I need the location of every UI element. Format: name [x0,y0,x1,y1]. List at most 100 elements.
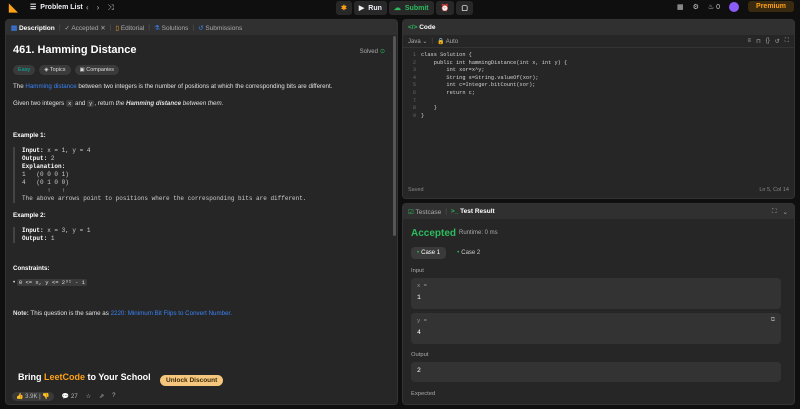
input-label: Input [411,268,424,274]
code-editor[interactable]: 1 class Solution { 2 public int hammingDi… [403,52,794,120]
collapse-icon[interactable]: ⌄ [783,208,788,216]
constraint-item: • 0 <= x, y <= 2³¹ - 1 [13,279,87,286]
tab-description[interactable]: ▤ Description [11,24,55,32]
tab-testcase[interactable]: ☑ Testcase [408,208,441,216]
tab-editorial[interactable]: ▯ Editorial [115,24,144,32]
fullscreen-icon[interactable]: ⛶ [785,38,789,45]
code-line: return c; [421,89,476,96]
code-line: int xor=x^y; [421,67,485,74]
braces-icon[interactable]: {} [766,38,770,45]
tab-solutions[interactable]: ⚗ Solutions [154,24,188,32]
alarm-icon: ⏰ [440,5,450,12]
verdict-text: Accepted [411,228,457,239]
grid-icon[interactable]: ▦ [677,3,684,11]
comment-icon: 💬 [61,393,70,400]
description-paragraph-2: Given two integers x and y, return the H… [13,100,224,107]
star-icon[interactable]: ☆ [86,393,91,400]
example-2-title: Example 2: [13,212,46,219]
terminal-icon: >_ [450,208,459,215]
comments-button[interactable]: 💬 27 [62,393,78,400]
topics-chip[interactable]: ◈ Topics [39,65,71,75]
lock-icon: 🔒 [436,38,445,45]
history-icon: ↺ [198,24,204,32]
close-icon[interactable]: ✕ [100,25,105,32]
timer-button[interactable]: ⏰ [435,1,455,15]
leetcode-logo-icon[interactable]: ◣ [9,2,19,14]
copy-icon[interactable]: ⧉ [771,317,775,324]
tab-submissions[interactable]: ↺ Submissions [198,24,242,32]
language-select[interactable]: Java ⌄ [408,38,427,45]
page-title: 461. Hamming Distance [13,44,137,56]
tab-accepted[interactable]: ✓ Accepted ✕ [64,24,105,32]
play-icon: ▶ [358,5,365,12]
related-problem-link[interactable]: 2220: Minimum Bit Flips to Convert Numbe… [111,310,232,317]
auto-mode-toggle[interactable]: 🔒 Auto [437,38,458,45]
example-1-title: Example 1: [13,132,46,139]
status-badge: Solved ⊙ [359,49,385,55]
like-button[interactable]: 👍 3.9K | 👎 [12,391,54,401]
case-2-tab[interactable]: • Case 2 [451,247,486,259]
checkbox-icon: ☑ [408,208,414,216]
format-icon[interactable]: ≡ [748,38,752,45]
list-icon: ☰ [30,4,37,11]
companies-chip[interactable]: ▣ Companies [74,65,120,75]
debug-button[interactable]: ✱ [336,1,352,15]
help-icon[interactable]: ? [112,393,115,399]
tag-icon: ◈ [44,67,49,73]
run-button[interactable]: ▶ Run [353,1,387,15]
chevron-down-icon: ⌄ [422,38,428,45]
reset-icon[interactable]: ↺ [775,38,780,45]
bookmark-icon[interactable]: ⊓ [756,38,761,45]
bug-icon: ✱ [341,5,347,12]
code-line: } [421,105,437,112]
case-1-tab[interactable]: • Case 1 [411,247,447,259]
example-2-block: Input: x = 3, y = 1 Output: 1 [13,227,385,243]
runtime-text: Runtime: 0 ms [459,230,498,236]
code-line: public int hammingDistance(int x, int y)… [421,59,568,66]
thumbs-up-icon: 👍 [16,393,24,400]
check-icon: ✓ [64,24,70,32]
problem-list-button[interactable]: ☰ Problem List [30,3,83,12]
promo-banner-text: Bring LeetCode to Your School [18,372,151,382]
lock-icon: ▣ [79,67,85,73]
next-problem-icon[interactable]: › [97,3,100,13]
constraints-title: Constraints: [13,265,50,272]
tab-code[interactable]: </> Code [408,24,435,31]
notes-button[interactable]: ▢ [456,1,473,15]
difficulty-chip[interactable]: Easy [13,65,36,75]
expand-icon[interactable]: ⛶ [772,208,777,216]
tab-test-result[interactable]: >_ Test Result [451,208,495,215]
code-line: } [421,112,425,119]
cloud-upload-icon: ☁ [393,5,401,12]
description-panel: ▤ Description | ✓ Accepted ✕ | ▯ Editori… [5,19,398,405]
document-icon: ▤ [11,24,18,32]
result-tabbar: ☑ Testcase | >_ Test Result ⛶ ⌄ [403,204,794,219]
output-label: Output [411,352,429,358]
description-scrollbar[interactable] [393,36,396,236]
code-tabbar: </> Code [403,20,794,35]
check-circle-icon: ⊙ [379,49,385,55]
description-tabbar: ▤ Description | ✓ Accepted ✕ | ▯ Editori… [6,20,397,35]
code-line: String s=String.valueOf(xor); [421,74,539,81]
cursor-position: Ln 5, Col 14 [759,187,789,193]
result-panel: ☑ Testcase | >_ Test Result ⛶ ⌄ Accepted… [402,203,795,405]
description-footer: 👍 3.9K | 👎 💬 27 ☆ ⇗ ? [6,388,397,404]
share-icon[interactable]: ⇗ [99,393,104,400]
premium-button[interactable]: Premium [748,1,794,12]
avatar[interactable] [729,1,740,12]
settings-icon[interactable]: ⚙ [693,3,699,11]
code-panel: </> Code Java ⌄ | 🔒 Auto ≡ ⊓ {} ↺ ⛶ 1 cla… [402,19,795,199]
prev-problem-icon[interactable]: ‹ [86,3,89,13]
unlock-discount-button[interactable]: Unlock Discount [160,375,224,386]
shuffle-icon[interactable]: ⤨ [107,3,113,13]
input-y-box: y = 4 ⧉ [411,313,781,344]
code-line: class Solution { [421,52,472,58]
submit-button[interactable]: ☁ Submit [388,1,434,15]
streak-counter[interactable]: ♨ 0 [708,3,720,11]
hamming-distance-link[interactable]: Hamming distance [25,83,76,90]
pass-dot-icon: • [457,250,460,256]
expected-label: Expected [411,391,436,397]
code-line: int c=Integer.bitCount(xor); [421,82,536,89]
example-1-block: Input: x = 1, y = 4 Output: 2 Explanatio… [13,147,385,203]
note-paragraph: Note: This question is the same as 2220:… [13,310,232,317]
